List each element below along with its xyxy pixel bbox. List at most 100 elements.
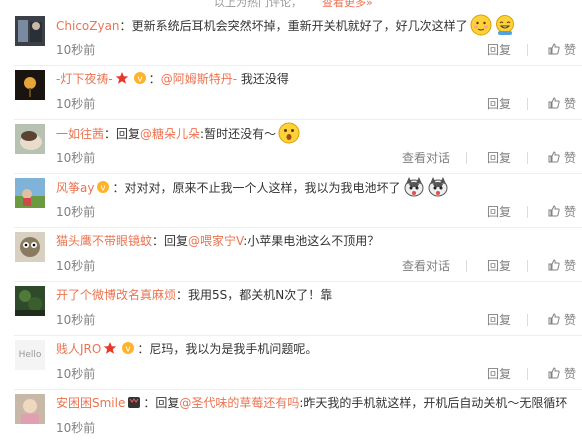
- thumbs-up-icon: [548, 367, 560, 379]
- reply-button[interactable]: 回复: [487, 42, 511, 58]
- commenter-name[interactable]: 安困困Smile: [56, 396, 125, 410]
- mention-link[interactable]: @阿姆斯特丹-: [161, 72, 237, 86]
- like-button[interactable]: 赞: [548, 150, 576, 166]
- comment-item: Hello 贱人JRO v ：尼玛，我以为是我手机问题呢。 10秒前 回复赞: [0, 336, 582, 390]
- view-more-link[interactable]: 查看更多»: [322, 0, 373, 8]
- thumbs-up-icon: [548, 259, 560, 271]
- comment-time: 10秒前: [56, 421, 96, 435]
- grin-face-emoji-icon: [495, 15, 514, 35]
- divider: [526, 152, 528, 164]
- comment-time: 10秒前: [56, 97, 96, 111]
- divider: [526, 98, 528, 110]
- like-button[interactable]: 赞: [548, 204, 576, 220]
- comment-actions: 回复 赞: [467, 204, 576, 220]
- commenter-name[interactable]: 贱人JRO: [56, 342, 101, 356]
- comment-time: 10秒前: [56, 151, 96, 165]
- reply-button[interactable]: 回复: [487, 258, 511, 274]
- thumbs-up-icon: [548, 313, 560, 325]
- view-dialog-button[interactable]: 查看对话: [402, 258, 450, 274]
- hot-comments-banner: 以上为热门评论， 查看更多»: [0, 0, 582, 8]
- husky-dog-emoji-icon: [428, 177, 447, 197]
- commenter-name[interactable]: -灯下夜祷-: [56, 72, 113, 86]
- comment-item: -灯下夜祷-v ：@阿姆斯特丹- 我还没得 10秒前 回复 赞: [0, 66, 582, 120]
- svg-text:v: v: [126, 345, 132, 355]
- mention-link[interactable]: @糖朵儿朵: [140, 127, 200, 141]
- divider: [526, 206, 528, 218]
- like-button[interactable]: 赞: [548, 312, 576, 328]
- comment-time: 10秒前: [56, 367, 96, 381]
- thumbs-up-icon: [548, 97, 560, 109]
- comment-text: 更新系统后耳机会突然坏掉，重新开关机就好了，好几次这样了: [131, 19, 468, 33]
- comment-time: 10秒前: [56, 205, 96, 219]
- comment-item: 一如往茜：回复@糖朵儿朵:暂时还没有～ 10秒前 查看对话 回复 赞: [0, 120, 582, 174]
- mention-link[interactable]: @圣代味的草莓还有吗: [179, 396, 299, 410]
- view-dialog-button[interactable]: 查看对话: [402, 150, 450, 166]
- star-badge-icon: [115, 72, 128, 84]
- reply-button[interactable]: 回复: [487, 312, 511, 328]
- comment-content: -灯下夜祷-v ：@阿姆斯特丹- 我还没得: [56, 72, 289, 86]
- comment-text: 尼玛，我以为是我手机问题呢。: [149, 342, 318, 356]
- like-button[interactable]: 赞: [548, 96, 576, 112]
- commenter-name[interactable]: 风筝ay: [56, 181, 94, 195]
- comment-item: 开了个微博改名真麻烦：我用5S，都关机N次了！靠 10秒前 回复 赞: [0, 282, 582, 336]
- commenter-name[interactable]: 开了个微博改名真麻烦: [56, 288, 176, 302]
- thumbs-up-icon: [548, 205, 560, 217]
- avatar[interactable]: [15, 394, 45, 424]
- comment-item: 风筝ay v ：对对对，原来不止我一个人这样，我以为我电池坏了 10秒前 回复 赞: [0, 174, 582, 228]
- divider: [526, 44, 528, 56]
- divider: [526, 314, 528, 326]
- reply-button[interactable]: 回复: [487, 204, 511, 220]
- husky-dog-emoji-icon: [404, 177, 423, 197]
- shy-face-emoji-icon: [470, 14, 492, 36]
- comment-actions: 回复 赞: [467, 96, 576, 112]
- reply-button[interactable]: 回复: [487, 366, 511, 382]
- comment-actions: 回复 赞: [467, 366, 576, 382]
- comment-text: 我还没得: [237, 72, 289, 86]
- comment-item: 猫头鹰不带眼镜蚊：回复@喂家宁V:小苹果电池这么不顶用？ 10秒前 查看对话 回复…: [0, 228, 582, 282]
- commenter-name[interactable]: 一如往茜: [56, 127, 104, 141]
- reply-button[interactable]: 回复: [487, 96, 511, 112]
- comment-time: 10秒前: [56, 43, 96, 57]
- comment-text: :小苹果电池这么不顶用？: [243, 234, 380, 248]
- avatar[interactable]: [15, 70, 45, 100]
- comment-time: 10秒前: [56, 313, 96, 327]
- surprised-face-emoji-icon: [278, 122, 300, 144]
- reply-button[interactable]: 回复: [487, 150, 511, 166]
- like-button[interactable]: 赞: [548, 258, 576, 274]
- comment-text: :昨天我的手机就这样，开机后自动关机～无限循环: [299, 396, 568, 410]
- avatar[interactable]: Hello: [15, 340, 45, 370]
- avatar[interactable]: [15, 124, 45, 154]
- divider: [526, 260, 528, 272]
- avatar[interactable]: [15, 286, 45, 316]
- avatar[interactable]: [15, 232, 45, 262]
- commenter-name[interactable]: ChicoZyan: [56, 19, 120, 33]
- comment-content: 风筝ay v ：对对对，原来不止我一个人这样，我以为我电池坏了: [56, 176, 576, 198]
- svg-text:v: v: [137, 75, 143, 85]
- svg-text:v: v: [101, 184, 107, 194]
- thumbs-up-icon: [548, 151, 560, 163]
- comment-time: 10秒前: [56, 259, 96, 273]
- hot-comments-text: 以上为热门评论，: [214, 0, 302, 8]
- divider: [465, 260, 467, 272]
- comment-content: ChicoZyan：更新系统后耳机会突然坏掉，重新开关机就好了，好几次这样了: [56, 14, 576, 36]
- comment-actions: 查看对话 回复 赞: [382, 258, 576, 274]
- mention-link[interactable]: @喂家宁V: [188, 234, 243, 248]
- divider: [465, 152, 467, 164]
- commenter-name[interactable]: 猫头鹰不带眼镜蚊: [56, 234, 152, 248]
- comment-content: 猫头鹰不带眼镜蚊：回复@喂家宁V:小苹果电池这么不顶用？: [56, 234, 380, 248]
- like-button[interactable]: 赞: [548, 366, 576, 382]
- divider: [526, 368, 528, 380]
- comment-actions: 查看对话 回复 赞: [382, 150, 576, 166]
- comment-actions: 回复 赞: [467, 312, 576, 328]
- comment-text: :暂时还没有～: [200, 127, 277, 141]
- comment-content: 贱人JRO v ：尼玛，我以为是我手机问题呢。: [56, 342, 318, 356]
- thumbs-up-icon: [548, 43, 560, 55]
- member-badge-icon: v: [122, 342, 135, 355]
- comment-content: 安困困Smile ：回复@圣代味的草莓还有吗:昨天我的手机就这样，开机后自动关机～…: [56, 396, 568, 410]
- member-badge-icon: v: [97, 181, 110, 194]
- comment-content: 开了个微博改名真麻烦：我用5S，都关机N次了！靠: [56, 288, 333, 302]
- like-button[interactable]: 赞: [548, 42, 576, 58]
- avatar[interactable]: [15, 16, 45, 46]
- comment-item: 安困困Smile ：回复@圣代味的草莓还有吗:昨天我的手机就这样，开机后自动关机～…: [0, 390, 582, 444]
- avatar[interactable]: [15, 178, 45, 208]
